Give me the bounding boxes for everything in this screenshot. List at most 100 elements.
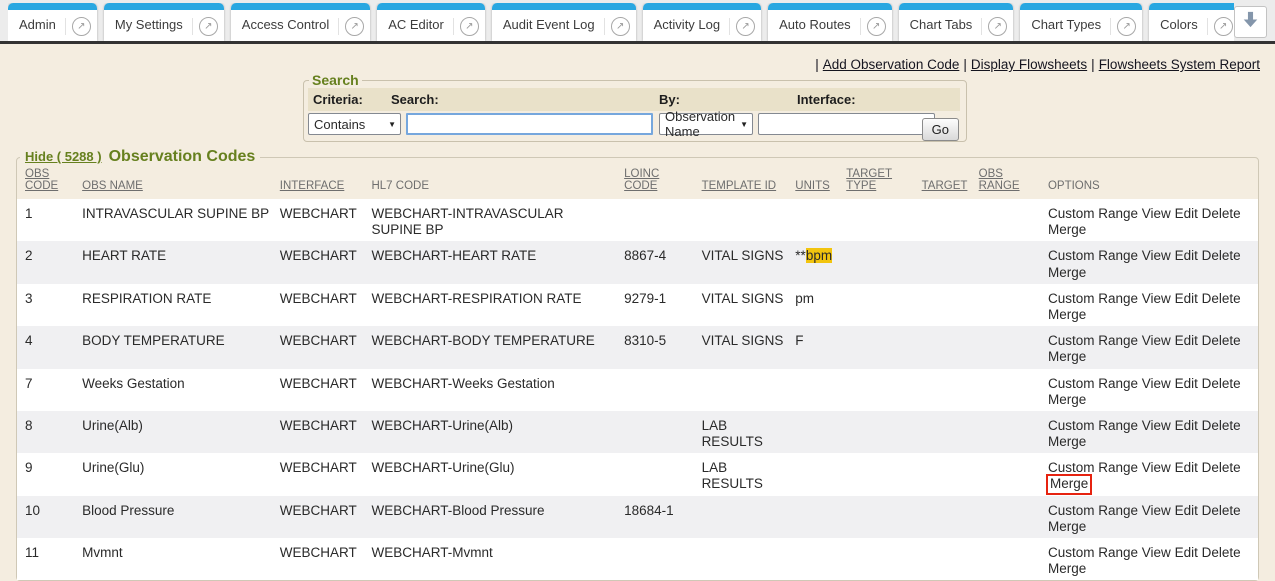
option-edit-link[interactable]: Edit xyxy=(1175,376,1198,391)
tab-activity-log[interactable]: Activity Log↗ xyxy=(643,3,761,41)
sort-link-interface[interactable]: INTERFACE xyxy=(280,180,345,192)
cell-obs-code: 2 xyxy=(17,241,78,283)
cell-options: Custom Range View Edit Delete Merge xyxy=(1044,453,1258,495)
option-delete-link[interactable]: Delete xyxy=(1202,333,1241,348)
option-custom-range-link[interactable]: Custom Range xyxy=(1048,376,1138,391)
popout-arrow-icon[interactable]: ↗ xyxy=(72,17,91,36)
tab-separator xyxy=(729,18,730,35)
option-view-link[interactable]: View xyxy=(1142,376,1171,391)
option-view-link[interactable]: View xyxy=(1142,545,1171,560)
option-delete-link[interactable]: Delete xyxy=(1202,248,1241,263)
option-merge-link[interactable]: Merge xyxy=(1048,349,1086,364)
option-merge-link-highlighted[interactable]: Merge xyxy=(1046,474,1092,494)
option-edit-link[interactable]: Edit xyxy=(1175,291,1198,306)
popout-arrow-icon[interactable]: ↗ xyxy=(736,17,755,36)
sort-link-target[interactable]: TARGET xyxy=(922,180,968,192)
sort-link-template-id[interactable]: TEMPLATE ID xyxy=(702,180,777,192)
action-link-add-observation-code[interactable]: Add Observation Code xyxy=(823,57,960,72)
cell-options: Custom Range View Edit Delete Merge xyxy=(1044,326,1258,368)
option-custom-range-link[interactable]: Custom Range xyxy=(1048,291,1138,306)
hide-count-link[interactable]: Hide ( 5288 ) xyxy=(25,149,102,164)
tab-separator xyxy=(453,18,454,35)
option-merge-link[interactable]: Merge xyxy=(1048,561,1086,576)
option-view-link[interactable]: View xyxy=(1142,206,1171,221)
sort-link-target-type[interactable]: TARGET TYPE xyxy=(846,168,892,192)
option-custom-range-link[interactable]: Custom Range xyxy=(1048,418,1138,433)
option-merge-link[interactable]: Merge xyxy=(1048,519,1086,534)
tab-colors[interactable]: Colors↗ xyxy=(1149,3,1234,41)
popout-arrow-icon[interactable]: ↗ xyxy=(1117,17,1136,36)
option-edit-link[interactable]: Edit xyxy=(1175,545,1198,560)
search-input[interactable] xyxy=(406,113,653,135)
option-edit-link[interactable]: Edit xyxy=(1175,460,1198,475)
option-custom-range-link[interactable]: Custom Range xyxy=(1048,333,1138,348)
cell-loinc-code xyxy=(620,538,697,580)
option-delete-link[interactable]: Delete xyxy=(1202,206,1241,221)
option-edit-link[interactable]: Edit xyxy=(1175,206,1198,221)
option-delete-link[interactable]: Delete xyxy=(1202,503,1241,518)
popout-arrow-icon[interactable]: ↗ xyxy=(199,17,218,36)
tab-overflow-button[interactable] xyxy=(1234,6,1267,38)
go-button[interactable]: Go xyxy=(922,118,959,141)
option-merge-link[interactable]: Merge xyxy=(1048,392,1086,407)
option-delete-link[interactable]: Delete xyxy=(1202,460,1241,475)
cell-hl7-code: WEBCHART-Weeks Gestation xyxy=(367,369,620,411)
popout-arrow-icon[interactable]: ↗ xyxy=(1214,17,1233,36)
option-edit-link[interactable]: Edit xyxy=(1175,418,1198,433)
option-merge-link[interactable]: Merge xyxy=(1048,265,1086,280)
option-custom-range-link[interactable]: Custom Range xyxy=(1048,206,1138,221)
sort-link-loinc-code[interactable]: LOINC CODE xyxy=(624,168,659,192)
option-view-link[interactable]: View xyxy=(1142,291,1171,306)
option-custom-range-link[interactable]: Custom Range xyxy=(1048,503,1138,518)
tab-chart-types[interactable]: Chart Types↗ xyxy=(1020,3,1142,41)
option-edit-link[interactable]: Edit xyxy=(1175,503,1198,518)
option-delete-link[interactable]: Delete xyxy=(1202,545,1241,560)
tab-ac-editor[interactable]: AC Editor↗ xyxy=(377,3,485,41)
option-merge-link[interactable]: Merge xyxy=(1048,434,1086,449)
cell-options: Custom Range View Edit Delete Merge xyxy=(1044,199,1258,241)
interface-select[interactable]: ▼ xyxy=(758,113,935,135)
popout-arrow-icon[interactable]: ↗ xyxy=(988,17,1007,36)
by-select[interactable]: Observation Name ▼ xyxy=(659,113,753,135)
tab-my-settings[interactable]: My Settings↗ xyxy=(104,3,224,41)
tab-audit-event-log[interactable]: Audit Event Log↗ xyxy=(492,3,636,41)
tab-access-control[interactable]: Access Control↗ xyxy=(231,3,370,41)
option-edit-link[interactable]: Edit xyxy=(1175,333,1198,348)
option-view-link[interactable]: View xyxy=(1142,248,1171,263)
popout-arrow-icon[interactable]: ↗ xyxy=(611,17,630,36)
sort-link-units[interactable]: UNITS xyxy=(795,180,830,192)
popout-arrow-icon[interactable]: ↗ xyxy=(345,17,364,36)
popout-arrow-icon[interactable]: ↗ xyxy=(460,17,479,36)
tab-auto-routes[interactable]: Auto Routes↗ xyxy=(768,3,892,41)
sort-link-obs-range[interactable]: OBS RANGE xyxy=(979,168,1020,192)
observation-codes-table: OBS CODEOBS NAMEINTERFACEHL7 CODELOINC C… xyxy=(17,166,1258,580)
popout-arrow-icon[interactable]: ↗ xyxy=(867,17,886,36)
option-merge-link[interactable]: Merge xyxy=(1048,307,1086,322)
option-delete-link[interactable]: Delete xyxy=(1202,418,1241,433)
option-view-link[interactable]: View xyxy=(1142,418,1171,433)
action-link-flowsheets-system-report[interactable]: Flowsheets System Report xyxy=(1099,57,1260,72)
option-edit-link[interactable]: Edit xyxy=(1175,248,1198,263)
cell-obs-code: 10 xyxy=(17,496,78,538)
option-delete-link[interactable]: Delete xyxy=(1202,376,1241,391)
cell-obs-range xyxy=(975,326,1044,368)
option-view-link[interactable]: View xyxy=(1142,333,1171,348)
link-separator: | xyxy=(959,57,971,72)
action-link-display-flowsheets[interactable]: Display Flowsheets xyxy=(971,57,1087,72)
tab-chart-tabs[interactable]: Chart Tabs↗ xyxy=(899,3,1014,41)
tab-admin[interactable]: Admin↗ xyxy=(8,3,97,41)
cell-loinc-code: 18684-1 xyxy=(620,496,697,538)
option-custom-range-link[interactable]: Custom Range xyxy=(1048,248,1138,263)
table-row: 7Weeks GestationWEBCHARTWEBCHART-Weeks G… xyxy=(17,369,1258,411)
option-view-link[interactable]: View xyxy=(1142,460,1171,475)
sort-link-obs-name[interactable]: OBS NAME xyxy=(82,180,143,192)
sort-link-obs-code[interactable]: OBS CODE xyxy=(25,168,58,192)
option-delete-link[interactable]: Delete xyxy=(1202,291,1241,306)
criteria-select[interactable]: Contains ▼ xyxy=(308,113,401,135)
option-merge-link[interactable]: Merge xyxy=(1048,222,1086,237)
option-view-link[interactable]: View xyxy=(1142,503,1171,518)
chevron-down-icon: ▼ xyxy=(740,120,748,129)
observation-codes-title: Observation Codes xyxy=(109,148,256,165)
option-custom-range-link[interactable]: Custom Range xyxy=(1048,460,1138,475)
option-custom-range-link[interactable]: Custom Range xyxy=(1048,545,1138,560)
